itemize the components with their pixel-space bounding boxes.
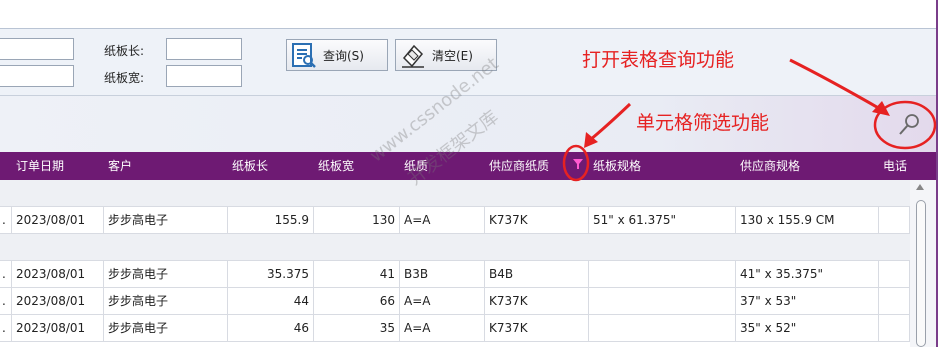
cell-board-width[interactable]: 66 xyxy=(314,288,400,315)
row-indicator: . xyxy=(0,315,12,342)
cell-order-date[interactable]: 2023/08/01 xyxy=(12,288,104,315)
cell-board-spec[interactable] xyxy=(589,315,736,342)
cell-board-width[interactable]: 35 xyxy=(314,315,400,342)
cell-supplier-paper[interactable]: K737K xyxy=(485,288,589,315)
cell-board-length[interactable]: 35.375 xyxy=(228,261,314,288)
cell-paper[interactable]: B3B xyxy=(400,261,485,288)
annotation-cell-filter: 单元格筛选功能 xyxy=(636,112,770,134)
cell-order-date[interactable]: 2023/08/01 xyxy=(12,315,104,342)
cell-customer[interactable]: 步步高电子 xyxy=(104,315,228,342)
group-row[interactable] xyxy=(0,234,910,261)
cell-paper[interactable]: A=A xyxy=(400,207,485,234)
cell-customer[interactable]: 步步高电子 xyxy=(104,288,228,315)
search-field-1[interactable] xyxy=(0,38,74,60)
cell-supplier-paper[interactable]: K737K xyxy=(485,207,589,234)
window-border xyxy=(936,0,938,347)
filter-icon[interactable] xyxy=(573,159,583,169)
table-row[interactable]: . 2023/08/01 步步高电子 46 35 A=A K737K 35" x… xyxy=(0,315,910,342)
cell-phone[interactable] xyxy=(879,207,910,234)
cell-board-spec[interactable] xyxy=(589,261,736,288)
search-icon[interactable] xyxy=(894,110,924,140)
board-width-input[interactable] xyxy=(166,65,242,87)
query-icon xyxy=(292,43,316,68)
data-grid: . 2023/08/01 步步高电子 155.9 130 A=A K737K 5… xyxy=(0,180,910,347)
cell-phone[interactable] xyxy=(879,261,910,288)
column-header-supplier-spec[interactable]: 供应商规格 xyxy=(740,152,800,180)
column-header-phone[interactable]: 电话 xyxy=(883,152,907,180)
cell-paper[interactable]: A=A xyxy=(400,288,485,315)
cell-paper[interactable]: A=A xyxy=(400,315,485,342)
column-header-order-date[interactable]: 订单日期 xyxy=(16,152,64,180)
cell-supplier-spec[interactable]: 41" x 35.375" xyxy=(736,261,879,288)
query-button-label: 查询(S) xyxy=(323,48,364,63)
table-row[interactable]: . 2023/08/01 步步高电子 155.9 130 A=A K737K 5… xyxy=(0,207,910,234)
clear-button-label: 清空(E) xyxy=(432,48,473,63)
grid-header: 订单日期 客户 纸板长 纸板宽 纸质 供应商纸质 纸板规格 供应商规格 电话 xyxy=(0,152,936,180)
table-row[interactable]: . 2023/08/01 步步高电子 44 66 A=A K737K 37" x… xyxy=(0,288,910,315)
window-top-area xyxy=(0,0,944,28)
column-header-board-length[interactable]: 纸板长 xyxy=(232,152,268,180)
board-length-input[interactable] xyxy=(166,38,242,60)
cell-board-spec[interactable]: 51" x 61.375" xyxy=(589,207,736,234)
cell-customer[interactable]: 步步高电子 xyxy=(104,261,228,288)
cell-supplier-paper[interactable]: B4B xyxy=(485,261,589,288)
row-indicator: . xyxy=(0,207,12,234)
column-header-board-width[interactable]: 纸板宽 xyxy=(318,152,354,180)
cell-supplier-spec[interactable]: 37" x 53" xyxy=(736,288,879,315)
board-width-label: 纸板宽: xyxy=(104,71,145,85)
cell-board-width[interactable]: 41 xyxy=(314,261,400,288)
column-header-supplier-paper[interactable]: 供应商纸质 xyxy=(489,152,549,180)
row-indicator: . xyxy=(0,288,12,315)
cell-supplier-spec[interactable]: 35" x 52" xyxy=(736,315,879,342)
annotation-open-table-query: 打开表格查询功能 xyxy=(582,49,735,71)
cell-board-width[interactable]: 130 xyxy=(314,207,400,234)
cell-phone[interactable] xyxy=(879,315,910,342)
cell-phone[interactable] xyxy=(879,288,910,315)
eraser-icon xyxy=(402,44,424,68)
board-length-label: 纸板长: xyxy=(104,44,145,58)
row-indicator: . xyxy=(0,261,12,288)
column-header-customer[interactable]: 客户 xyxy=(108,152,132,180)
cell-supplier-spec[interactable]: 130 x 155.9 CM xyxy=(736,207,879,234)
scroll-thumb[interactable] xyxy=(916,200,926,347)
scroll-up-arrow-icon[interactable] xyxy=(916,184,924,190)
cell-board-length[interactable]: 155.9 xyxy=(228,207,314,234)
cell-supplier-paper[interactable]: K737K xyxy=(485,315,589,342)
search-field-2[interactable] xyxy=(0,65,74,87)
query-button[interactable]: 查询(S) xyxy=(286,39,388,71)
group-row[interactable] xyxy=(0,180,910,207)
column-header-board-spec[interactable]: 纸板规格 xyxy=(593,152,641,180)
cell-customer[interactable]: 步步高电子 xyxy=(104,207,228,234)
cell-board-spec[interactable] xyxy=(589,288,736,315)
table-row[interactable]: . 2023/08/01 步步高电子 35.375 41 B3B B4B 41"… xyxy=(0,261,910,288)
cell-board-length[interactable]: 44 xyxy=(228,288,314,315)
vertical-scrollbar[interactable] xyxy=(910,180,936,347)
cell-order-date[interactable]: 2023/08/01 xyxy=(12,207,104,234)
cell-board-length[interactable]: 46 xyxy=(228,315,314,342)
cell-order-date[interactable]: 2023/08/01 xyxy=(12,261,104,288)
